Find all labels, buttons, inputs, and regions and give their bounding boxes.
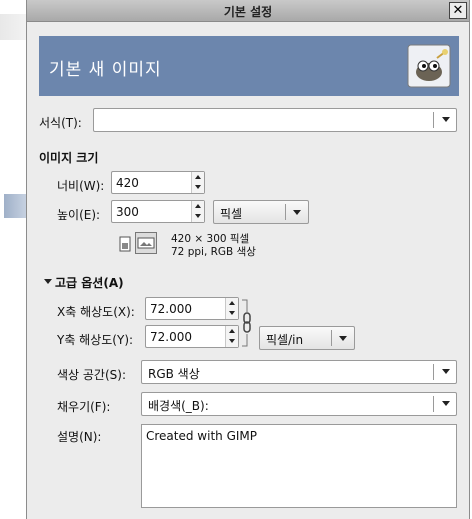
x-resolution-stepper[interactable] [225, 298, 238, 319]
fill-label: 채우기(F): [57, 400, 111, 414]
comment-value: Created with GIMP [146, 429, 258, 443]
height-label: 높이(E): [57, 208, 101, 222]
background-selection [4, 194, 26, 218]
template-combo[interactable] [93, 108, 457, 132]
arrow-up-icon[interactable] [195, 175, 201, 179]
arrow-down-icon[interactable] [195, 185, 201, 189]
y-resolution-spinner[interactable]: 72.000 [145, 325, 239, 348]
color-space-combo[interactable]: RGB 색상 [141, 360, 457, 384]
height-spinner[interactable]: 300 [111, 200, 205, 223]
portrait-orientation-icon[interactable] [115, 234, 135, 254]
width-value: 420 [116, 176, 139, 190]
y-resolution-stepper[interactable] [225, 326, 238, 347]
preferences-dialog: 기본 설정 ✕ 기본 새 이미지 서식(T): 이미지 크기 너비(W): 42… [26, 0, 470, 519]
resolution-unit-combo[interactable]: 픽셀/in [259, 326, 355, 350]
chevron-down-icon [442, 117, 450, 122]
arrow-up-icon[interactable] [195, 204, 201, 208]
resolution-unit-value: 픽셀/in [266, 333, 304, 347]
advanced-options-toggle[interactable]: 고급 옵션(A) [55, 274, 124, 291]
fill-value: 배경색(_B): [148, 399, 209, 413]
page-title: 기본 새 이미지 [49, 60, 162, 80]
arrow-up-icon[interactable] [229, 329, 235, 333]
chain-link-icon[interactable] [241, 298, 253, 348]
x-resolution-spinner[interactable]: 72.000 [145, 297, 239, 320]
title-bar[interactable]: 기본 설정 ✕ [27, 0, 469, 22]
page-banner: 기본 새 이미지 [39, 36, 459, 96]
chevron-down-icon [293, 210, 301, 215]
fill-combo[interactable]: 배경색(_B): [141, 392, 457, 416]
width-stepper[interactable] [191, 172, 204, 193]
chevron-down-icon [339, 336, 347, 341]
comment-textarea[interactable]: Created with GIMP [141, 424, 457, 508]
size-unit-value: 픽셀 [220, 207, 243, 221]
comment-label: 설명(N): [57, 430, 102, 444]
color-space-label: 색상 공간(S): [57, 368, 126, 382]
close-button[interactable]: ✕ [449, 2, 467, 19]
y-resolution-label: Y축 해상도(Y): [57, 333, 134, 347]
arrow-down-icon[interactable] [195, 214, 201, 218]
size-info-dimensions: 420 × 300 픽셀 [171, 233, 250, 245]
combo-separator [331, 330, 332, 346]
arrow-up-icon[interactable] [229, 301, 235, 305]
arrow-down-icon[interactable] [229, 339, 235, 343]
color-space-value: RGB 색상 [148, 367, 200, 381]
chevron-down-icon [442, 369, 450, 374]
combo-separator [433, 112, 434, 128]
combo-separator [433, 364, 434, 380]
size-info: 420 × 300 픽셀 72 ppi, RGB 색상 [171, 233, 256, 259]
landscape-orientation-icon[interactable] [135, 232, 157, 254]
size-unit-combo[interactable]: 픽셀 [213, 200, 309, 224]
gimp-wilber-icon [407, 44, 451, 88]
width-label: 너비(W): [57, 179, 105, 193]
window-title: 기본 설정 [223, 5, 273, 19]
height-stepper[interactable] [191, 201, 204, 222]
expander-arrow-icon[interactable] [44, 279, 52, 284]
y-resolution-value: 72.000 [150, 330, 192, 344]
image-size-heading: 이미지 크기 [39, 151, 99, 165]
combo-separator [285, 204, 286, 220]
chevron-down-icon [442, 401, 450, 406]
x-resolution-label: X축 해상도(X): [57, 305, 135, 319]
height-value: 300 [116, 205, 139, 219]
width-spinner[interactable]: 420 [111, 171, 205, 194]
arrow-down-icon[interactable] [229, 311, 235, 315]
x-resolution-value: 72.000 [150, 302, 192, 316]
size-info-resolution: 72 ppi, RGB 색상 [171, 246, 256, 258]
combo-separator [433, 396, 434, 412]
template-label: 서식(T): [39, 116, 82, 130]
